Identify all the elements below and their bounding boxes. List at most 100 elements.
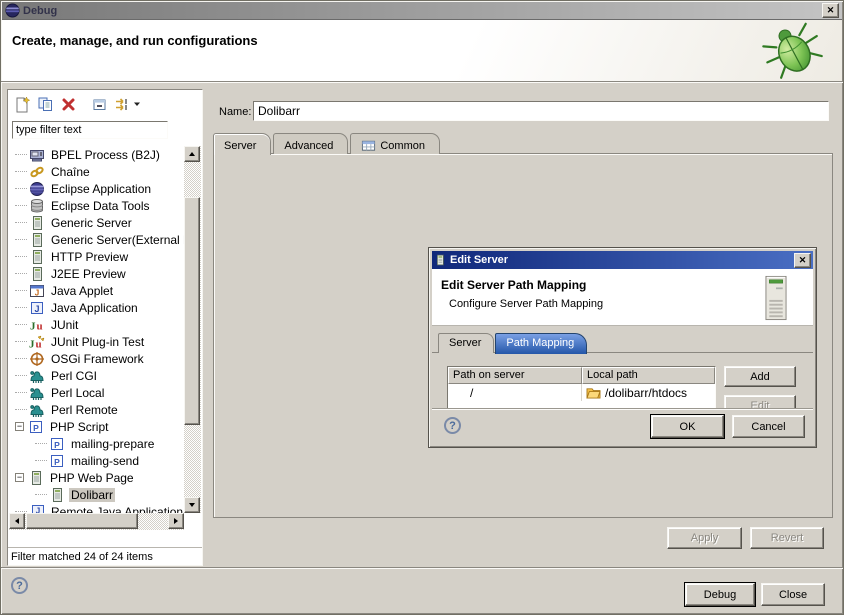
tree-item-icon <box>29 385 45 401</box>
tree-item-php-script[interactable]: − PHP Script <box>9 418 184 435</box>
tree-connector <box>15 222 27 223</box>
dialog-tab-server[interactable]: Server <box>438 333 494 353</box>
folder-icon <box>586 386 601 399</box>
filter-icon[interactable] <box>114 96 131 113</box>
banner-heading: Create, manage, and run configurations <box>12 33 842 48</box>
duplicate-configuration-icon[interactable] <box>37 96 54 113</box>
tree-item-icon <box>49 487 65 503</box>
dialog-tab-path-mapping[interactable]: Path Mapping <box>495 333 587 354</box>
delete-configuration-icon[interactable] <box>60 96 77 113</box>
tree-item-osgi-framework[interactable]: − OSGi Framework <box>9 350 184 367</box>
collapse-expander-icon[interactable]: − <box>15 473 24 482</box>
tree-item-j2ee-preview[interactable]: − J2EE Preview <box>9 265 184 282</box>
column-local-path[interactable]: Local path <box>582 367 715 384</box>
revert-button[interactable]: Revert <box>750 527 824 549</box>
vertical-scroll-thumb[interactable] <box>184 197 200 425</box>
dialog-close-button[interactable]: ✕ <box>794 253 811 268</box>
tree-item-eclipse-data-tools[interactable]: − Eclipse Data Tools <box>9 197 184 214</box>
banner-separator <box>1 81 843 83</box>
close-button[interactable]: Close <box>761 583 825 606</box>
scroll-down-button[interactable] <box>184 497 200 513</box>
tree-connector <box>15 205 27 206</box>
tree-item-cha-ne[interactable]: − Chaîne <box>9 163 184 180</box>
tree-item-icon <box>29 215 45 231</box>
new-configuration-icon[interactable] <box>14 96 31 113</box>
tree-connector <box>35 460 47 461</box>
tab-common[interactable]: Common <box>350 133 440 154</box>
tree-item-java-application[interactable]: − Java Application <box>9 299 184 316</box>
tree-item-perl-local[interactable]: − Perl Local <box>9 384 184 401</box>
tree-item-icon <box>29 198 45 214</box>
server-icon <box>434 253 446 267</box>
tree-item-mailing-send[interactable]: − mailing-send <box>9 452 184 469</box>
name-input[interactable] <box>253 101 829 121</box>
help-icon[interactable]: ? <box>11 577 28 594</box>
tree-item-icon <box>29 317 45 333</box>
tree-connector <box>15 273 27 274</box>
tree-item-bpel-process-b2j[interactable]: − BPEL Process (B2J) <box>9 146 184 163</box>
dialog-button-bar: ? OK Cancel <box>432 408 813 444</box>
tree-item-http-preview[interactable]: − HTTP Preview <box>9 248 184 265</box>
tree-item-php-web-page[interactable]: − PHP Web Page <box>9 469 184 486</box>
configurations-sidebar: − BPEL Process (B2J) − Chaîne − Eclipse … <box>7 89 203 566</box>
tab-server[interactable]: Server <box>213 133 271 155</box>
tab-advanced[interactable]: Advanced <box>273 133 348 154</box>
tree-connector <box>15 375 27 376</box>
filter-input[interactable] <box>12 121 168 139</box>
tree-item-icon <box>29 249 45 265</box>
debug-button[interactable]: Debug <box>685 583 755 606</box>
tree-connector <box>15 392 27 393</box>
tree-connector <box>15 358 27 359</box>
tree-item-perl-cgi[interactable]: − Perl CGI <box>9 367 184 384</box>
horizontal-scroll-thumb[interactable] <box>26 513 138 529</box>
scroll-left-button[interactable] <box>9 513 25 529</box>
collapse-all-icon[interactable] <box>91 96 108 113</box>
title-bar[interactable]: Debug ✕ <box>2 2 842 20</box>
tree-connector <box>35 443 47 444</box>
menu-caret-icon[interactable] <box>133 100 141 108</box>
dialog-subheading: Configure Server Path Mapping <box>449 298 813 310</box>
tree-connector <box>15 171 27 172</box>
dialog-heading: Edit Server Path Mapping <box>441 278 813 292</box>
filter-status: Filter matched 24 of 24 items <box>8 547 202 565</box>
tree-item-icon <box>29 504 45 514</box>
tree-item-icon <box>28 470 44 486</box>
tree-connector <box>15 239 27 240</box>
tree-item-icon <box>28 419 44 435</box>
tree-item-icon <box>29 164 45 180</box>
scroll-up-button[interactable] <box>184 146 200 162</box>
add-mapping-button[interactable]: Add <box>724 366 796 387</box>
mapping-row[interactable]: / /dolibarr/htdocs <box>448 384 715 401</box>
tree-item-java-applet[interactable]: − Java Applet <box>9 282 184 299</box>
tree-item-icon <box>29 283 45 299</box>
tree-item-junit[interactable]: − JUnit <box>9 316 184 333</box>
tree-connector <box>15 154 27 155</box>
tree-item-dolibarr[interactable]: − Dolibarr <box>9 486 184 503</box>
tree-item-icon <box>29 402 45 418</box>
tree-item-mailing-prepare[interactable]: − mailing-prepare <box>9 435 184 452</box>
ok-button[interactable]: OK <box>651 415 724 438</box>
debug-window: Debug ✕ Create, manage, and run configur… <box>0 0 844 615</box>
tree-item-generic-server-external-la[interactable]: − Generic Server(External La <box>9 231 184 248</box>
tree-item-junit-plug-in-test[interactable]: − JUnit Plug-in Test <box>9 333 184 350</box>
apply-button[interactable]: Apply <box>667 527 742 549</box>
sidebar-toolbar <box>8 90 202 118</box>
tree-vertical-scrollbar[interactable] <box>184 146 201 513</box>
close-window-button[interactable]: ✕ <box>822 3 839 18</box>
column-path-on-server[interactable]: Path on server <box>448 367 582 384</box>
scroll-right-button[interactable] <box>168 513 184 529</box>
table-header: Path on server Local path <box>448 367 715 384</box>
tree-item-generic-server[interactable]: − Generic Server <box>9 214 184 231</box>
cancel-button[interactable]: Cancel <box>732 415 805 438</box>
dialog-help-icon[interactable]: ? <box>444 417 461 434</box>
tree-item-icon <box>29 351 45 367</box>
collapse-expander-icon[interactable]: − <box>15 422 24 431</box>
dialog-title-bar[interactable]: Edit Server ✕ <box>432 251 813 269</box>
tree-horizontal-scrollbar[interactable] <box>9 513 184 530</box>
tree-item-remote-java-application[interactable]: − Remote Java Application <box>9 503 184 513</box>
dialog-header: Edit Server Path Mapping Configure Serve… <box>432 269 813 326</box>
path-mapping-table: Path on server Local path / /dolibarr/ht… <box>447 366 716 412</box>
tree-item-perl-remote[interactable]: − Perl Remote <box>9 401 184 418</box>
tree-item-icon <box>29 181 45 197</box>
tree-item-eclipse-application[interactable]: − Eclipse Application <box>9 180 184 197</box>
